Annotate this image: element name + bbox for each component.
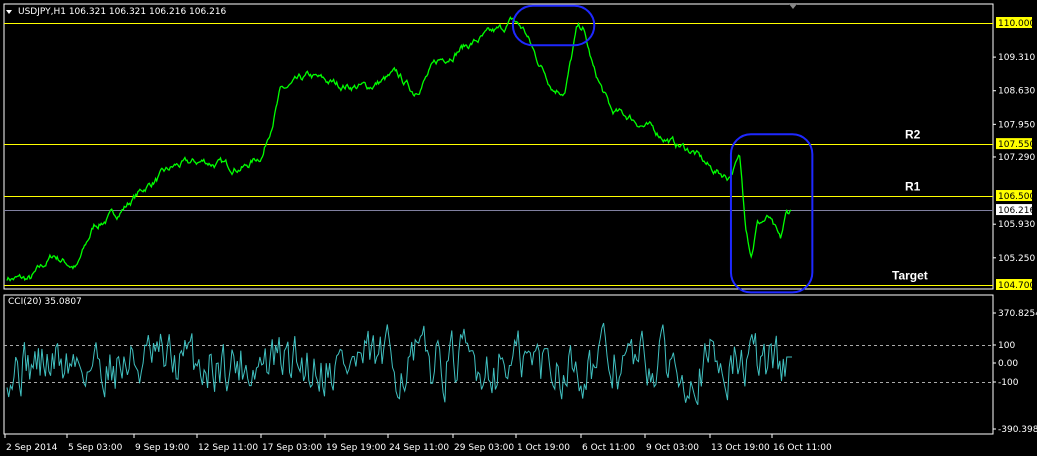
cci-header: CCI(20) 35.0807 xyxy=(8,297,82,307)
time-axis: 2 Sep 2014 5 Sep 03:00 9 Sep 19:00 12 Sep 1… xyxy=(4,434,832,453)
price-label: 104.700 xyxy=(998,281,1035,291)
cci-tick-label: 0.00 xyxy=(998,359,1018,369)
time-tick-label: 17 Sep 03:00 xyxy=(262,443,322,453)
price-label: 106.500 xyxy=(998,192,1035,202)
price-series xyxy=(6,16,792,282)
price-tick-label: 105.930 xyxy=(998,220,1035,230)
time-tick-label: 5 Sep 03:00 xyxy=(68,443,123,453)
cci-line xyxy=(6,322,792,406)
time-tick-label: 24 Sep 11:00 xyxy=(389,443,449,453)
cci-tick-label: 100 xyxy=(998,341,1015,351)
time-tick-label: 1 Oct 19:00 xyxy=(517,443,570,453)
price-axis: 110.000 109.310 108.630 107.950 107.550 107.2… xyxy=(993,17,1035,291)
annotation-ellipse xyxy=(511,4,596,47)
price-tick-label: 105.250 xyxy=(998,254,1035,264)
price-label: 107.550 xyxy=(998,140,1035,150)
level-name: R1 xyxy=(905,180,921,194)
price-tick-label: 107.950 xyxy=(998,120,1035,130)
price-tick-label: 108.630 xyxy=(998,87,1035,97)
annotation-ellipses xyxy=(511,4,814,294)
cci-tick-label: -100 xyxy=(998,378,1019,388)
price-levels: R2 R1 Target xyxy=(4,23,993,286)
time-tick-label: 13 Oct 19:00 xyxy=(711,443,770,453)
chart-header: USDJPY,H1 106.321 106.321 106.216 106.21… xyxy=(18,7,227,17)
time-tick-label: 9 Sep 19:00 xyxy=(135,443,190,453)
time-tick-label: 2 Sep 2014 xyxy=(6,443,58,453)
price-line xyxy=(6,16,792,282)
shift-marker-icon xyxy=(789,4,797,9)
cci-series xyxy=(4,322,993,406)
cci-tick-label: -390.3988 xyxy=(998,425,1037,435)
cci-axis: 370.8254 100 0.00 -100 -390.3988 xyxy=(993,309,1037,435)
cci-tick-label: 370.8254 xyxy=(998,309,1037,319)
time-tick-label: 12 Sep 11:00 xyxy=(198,443,258,453)
time-tick-label: 6 Oct 11:00 xyxy=(582,443,635,453)
time-tick-label: 9 Oct 03:00 xyxy=(646,443,699,453)
price-tick-label: 107.290 xyxy=(998,153,1035,163)
price-panel-frame xyxy=(3,3,994,290)
annotation-ellipse xyxy=(729,133,814,294)
time-tick-label: 16 Oct 11:00 xyxy=(773,443,832,453)
level-name: R2 xyxy=(905,128,921,142)
level-name: Target xyxy=(892,269,928,283)
time-tick-label: 19 Sep 19:00 xyxy=(326,443,386,453)
price-label: 110.000 xyxy=(998,19,1035,29)
trading-chart[interactable]: R2R1Target 110.000109.310108.630107.9501… xyxy=(0,0,1037,456)
price-panel-border xyxy=(3,3,994,290)
collapse-triangle-icon[interactable] xyxy=(6,10,12,14)
current-price-label: 106.216 xyxy=(998,206,1035,216)
time-tick-label: 29 Sep 03:00 xyxy=(454,443,514,453)
price-tick-label: 109.310 xyxy=(998,53,1035,63)
